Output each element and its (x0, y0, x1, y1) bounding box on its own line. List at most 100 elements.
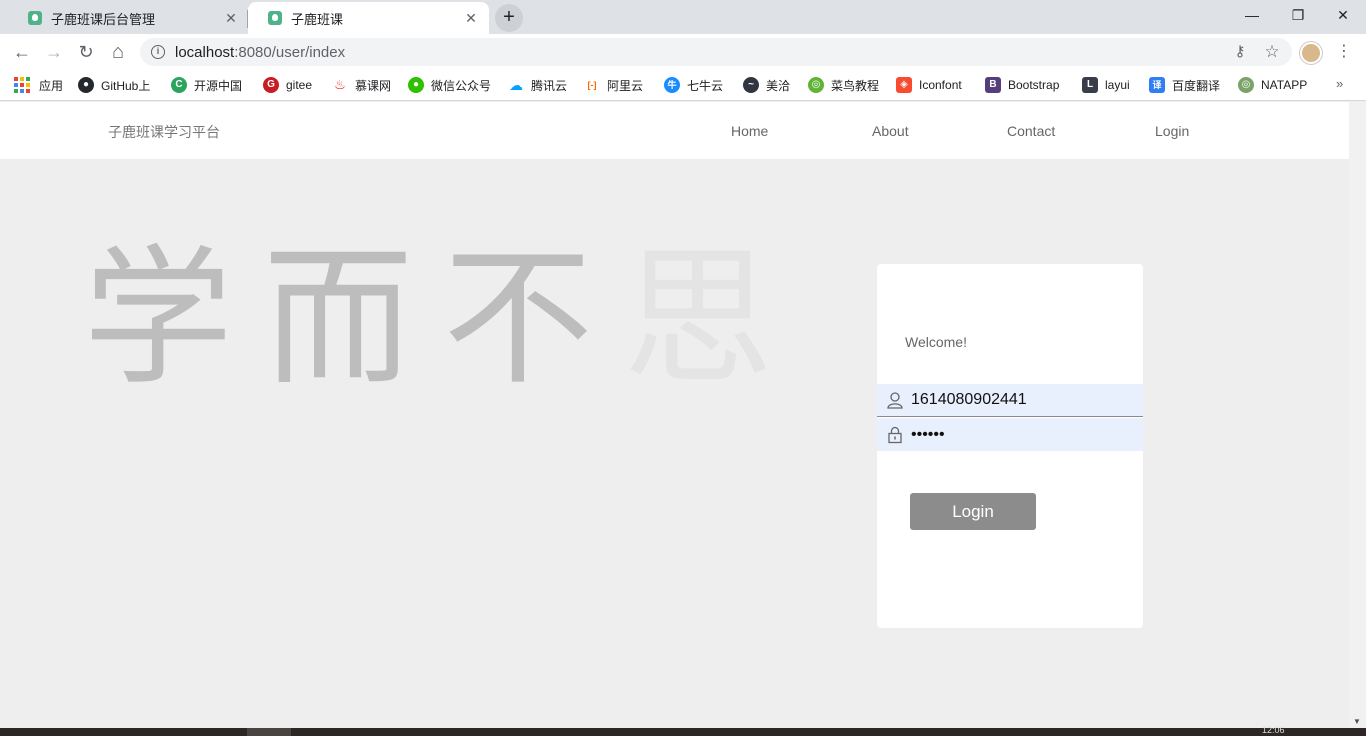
bookmark-gitee[interactable]: G gitee (263, 76, 312, 94)
login-card: Welcome! •••••• Login (877, 264, 1143, 628)
bookmark-qiniu[interactable]: 牛 七牛云 (664, 76, 723, 94)
aliyun-icon: [-] (587, 80, 597, 90)
bookmark-iconfont[interactable]: ◈ Iconfont (896, 76, 962, 94)
restore-button[interactable]: ❐ (1275, 0, 1321, 32)
slogan-char: 思 (622, 232, 773, 406)
bookmark-label: 阿里云 (607, 78, 644, 93)
address-bar[interactable]: i localhost:8080/user/index (140, 38, 1292, 66)
apps-grid-icon (14, 77, 30, 93)
close-tab-icon[interactable]: ✕ (463, 10, 479, 26)
slogan: 学 而 不 思 (68, 244, 788, 394)
site-brand[interactable]: 子鹿班课学习平台 (108, 122, 220, 142)
vertical-scrollbar[interactable]: ▼ (1349, 102, 1366, 728)
bookmark-label: 腾讯云 (531, 78, 568, 93)
browser-toolbar: ← → ↻ ⌂ i localhost:8080/user/index ⚷ ☆ … (0, 34, 1366, 70)
bookmark-label: 七牛云 (687, 78, 724, 93)
page-viewport: 子鹿班课学习平台 Home About Contact Login 学 而 不 … (0, 102, 1349, 728)
bookmark-tencent-cloud[interactable]: ☁ 腾讯云 (508, 76, 567, 94)
meiqia-icon: ~ (743, 77, 759, 93)
user-icon (887, 392, 903, 409)
password-field[interactable]: •••••• (877, 418, 1143, 451)
address-url[interactable]: localhost:8080/user/index (175, 44, 345, 61)
nav-contact[interactable]: Contact (1007, 123, 1055, 139)
baidu-translate-icon: 译 (1149, 77, 1165, 93)
home-icon[interactable]: ⌂ (104, 38, 132, 66)
bookmark-imooc[interactable]: ♨ 慕课网 (332, 76, 391, 94)
oschina-icon: C (171, 77, 187, 93)
bookmark-layui[interactable]: L layui (1082, 76, 1130, 94)
lock-icon (888, 426, 902, 443)
tab-title: 子鹿班课 (291, 11, 344, 27)
bootstrap-icon: B (985, 77, 1001, 93)
site-header: 子鹿班课学习平台 Home About Contact Login (0, 102, 1349, 159)
browser-menu-icon[interactable]: ⋮ (1332, 38, 1356, 66)
qiniu-icon: 牛 (664, 77, 680, 93)
bookmark-label: NATAPP (1261, 78, 1308, 92)
login-button[interactable]: Login (910, 493, 1036, 530)
tab-zilu-course[interactable]: 子鹿班课 ✕ (248, 2, 489, 34)
imooc-icon: ♨ (334, 77, 346, 92)
bookmark-apps[interactable]: 应用 (14, 76, 63, 94)
zilu-favicon-icon (28, 11, 42, 25)
username-field[interactable] (877, 384, 1143, 417)
bookmark-label: 应用 (39, 78, 64, 93)
bookmark-label: Iconfont (919, 78, 962, 92)
bookmarks-overflow-icon[interactable]: » (1336, 76, 1343, 91)
bookmark-runoob[interactable]: ◎ 菜鸟教程 (808, 76, 879, 94)
forward-icon[interactable]: → (40, 38, 68, 66)
bookmark-label: 慕课网 (355, 78, 392, 93)
bookmarks-bar: 应用 ● GitHub上 C 开源中国 G gitee ♨ 慕课网 ● 微信公众… (0, 70, 1366, 101)
wechat-icon: ● (408, 77, 424, 93)
bookmark-label: 开源中国 (194, 78, 243, 93)
minimize-button[interactable]: — (1229, 0, 1275, 32)
gitee-icon: G (263, 77, 279, 93)
browser-tab-strip: 子鹿班课后台管理 ✕ 子鹿班课 ✕ + — ❐ ✕ (0, 0, 1366, 34)
welcome-text: Welcome! (905, 334, 967, 350)
bookmark-aliyun[interactable]: [-] 阿里云 (584, 76, 644, 94)
url-path: :8080/user/index (234, 43, 346, 61)
tab-title: 子鹿班课后台管理 (51, 11, 156, 27)
taskbar-clock: 12:06 (1262, 725, 1285, 735)
bookmark-github[interactable]: ● GitHub上 (78, 76, 150, 94)
bookmark-label: 菜鸟教程 (831, 78, 880, 93)
runoob-icon: ◎ (808, 77, 824, 93)
nav-login[interactable]: Login (1155, 123, 1189, 139)
github-icon: ● (78, 77, 94, 93)
bookmark-meiqia[interactable]: ~ 美洽 (743, 76, 790, 94)
bookmark-label: 微信公众号 (431, 78, 492, 93)
bookmark-natapp[interactable]: ◎ NATAPP (1238, 76, 1307, 94)
tab-admin[interactable]: 子鹿班课后台管理 ✕ (8, 2, 249, 34)
bookmark-label: 百度翻译 (1172, 78, 1221, 93)
back-icon[interactable]: ← (8, 38, 36, 66)
close-window-button[interactable]: ✕ (1320, 0, 1366, 32)
username-input[interactable] (911, 391, 1131, 409)
nav-home[interactable]: Home (731, 123, 768, 139)
password-input[interactable]: •••••• (911, 426, 945, 444)
bookmark-baidu-translate[interactable]: 译 百度翻译 (1149, 76, 1220, 94)
reload-icon[interactable]: ↻ (72, 38, 100, 66)
os-taskbar: 12:06 (0, 725, 1366, 736)
slogan-char: 而 (262, 232, 413, 406)
new-tab-button[interactable]: + (495, 4, 523, 32)
bookmark-label: gitee (286, 78, 313, 92)
zilu-favicon-icon (268, 11, 282, 25)
nav-about[interactable]: About (872, 123, 909, 139)
key-icon[interactable]: ⚷ (1226, 38, 1254, 66)
close-tab-icon[interactable]: ✕ (223, 10, 239, 26)
taskbar-active-app[interactable] (247, 728, 291, 736)
profile-avatar[interactable] (1300, 42, 1322, 64)
tencent-cloud-icon: ☁ (509, 77, 523, 93)
layui-icon: L (1082, 77, 1098, 93)
slogan-char: 不 (442, 232, 593, 406)
bookmark-wechat[interactable]: ● 微信公众号 (408, 76, 491, 94)
bookmark-label: GitHub上 (101, 78, 151, 93)
bookmark-oschina[interactable]: C 开源中国 (171, 76, 242, 94)
scroll-down-icon[interactable]: ▼ (1353, 717, 1361, 726)
natapp-icon: ◎ (1238, 77, 1254, 93)
iconfont-icon: ◈ (896, 77, 912, 93)
bookmark-bootstrap[interactable]: B Bootstrap (985, 76, 1059, 94)
url-host: localhost (175, 43, 235, 61)
site-info-icon[interactable]: i (151, 45, 165, 59)
bookmark-star-icon[interactable]: ☆ (1258, 38, 1286, 66)
bookmark-label: Bootstrap (1008, 78, 1060, 92)
